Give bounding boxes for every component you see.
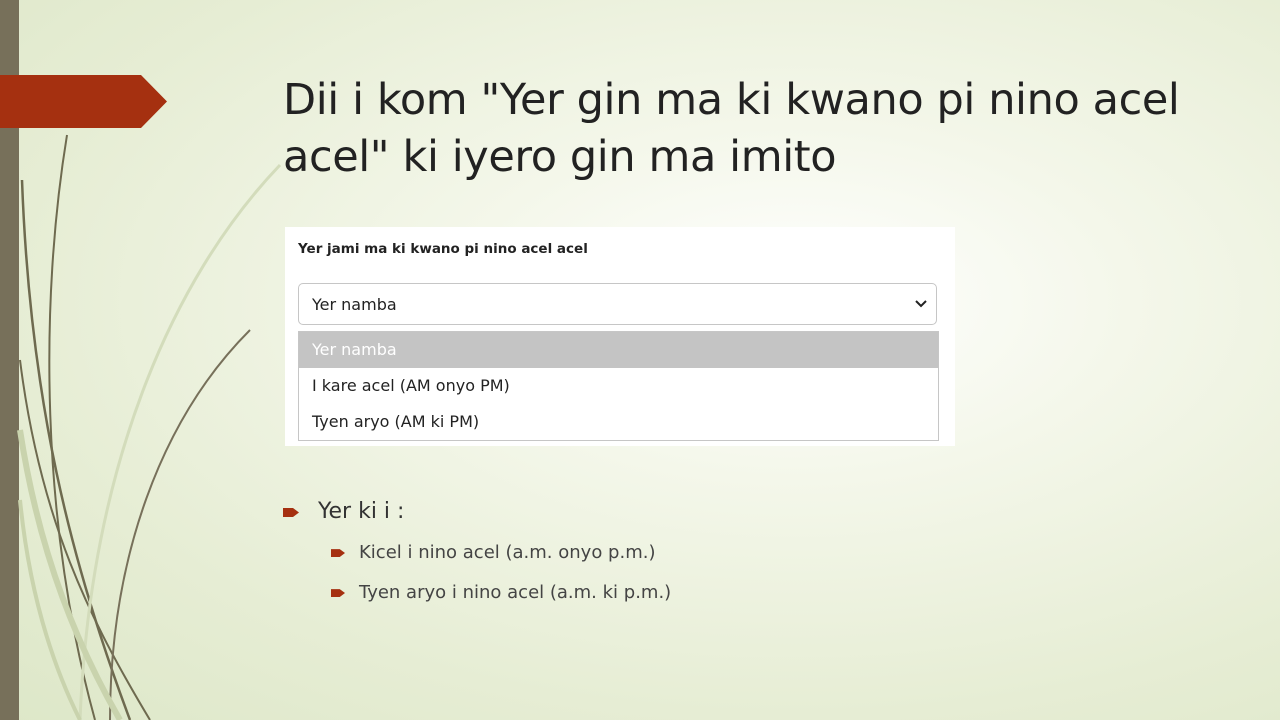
chevron-down-icon <box>915 300 927 308</box>
frequency-select[interactable]: Yer namba <box>298 283 937 325</box>
arrow-bullet-icon <box>331 589 345 597</box>
dropdown-option-placeholder[interactable]: Yer namba <box>299 332 938 368</box>
bullet-main: Yer ki i : <box>318 499 405 524</box>
field-label: Yer jami ma ki kwano pi nino acel acel <box>298 241 588 257</box>
dropdown-option-once[interactable]: I kare acel (AM onyo PM) <box>299 368 938 404</box>
sub-bullet-twice: Tyen aryo i nino acel (a.m. ki p.m.) <box>359 582 672 603</box>
dropdown-list: Yer namba I kare acel (AM onyo PM) Tyen … <box>298 331 939 441</box>
dropdown-option-twice[interactable]: Tyen aryo (AM ki PM) <box>299 404 938 440</box>
form-screenshot: Yer jami ma ki kwano pi nino acel acel Y… <box>285 227 955 446</box>
sub-bullet-once: Kicel i nino acel (a.m. onyo p.m.) <box>359 542 656 563</box>
slide-title: Dii i kom "Yer gin ma ki kwano pi nino a… <box>283 75 1180 182</box>
title-arrow-tab <box>0 75 167 128</box>
select-value: Yer namba <box>312 295 397 314</box>
arrow-bullet-icon <box>283 508 299 517</box>
arrow-bullet-icon <box>331 549 345 557</box>
